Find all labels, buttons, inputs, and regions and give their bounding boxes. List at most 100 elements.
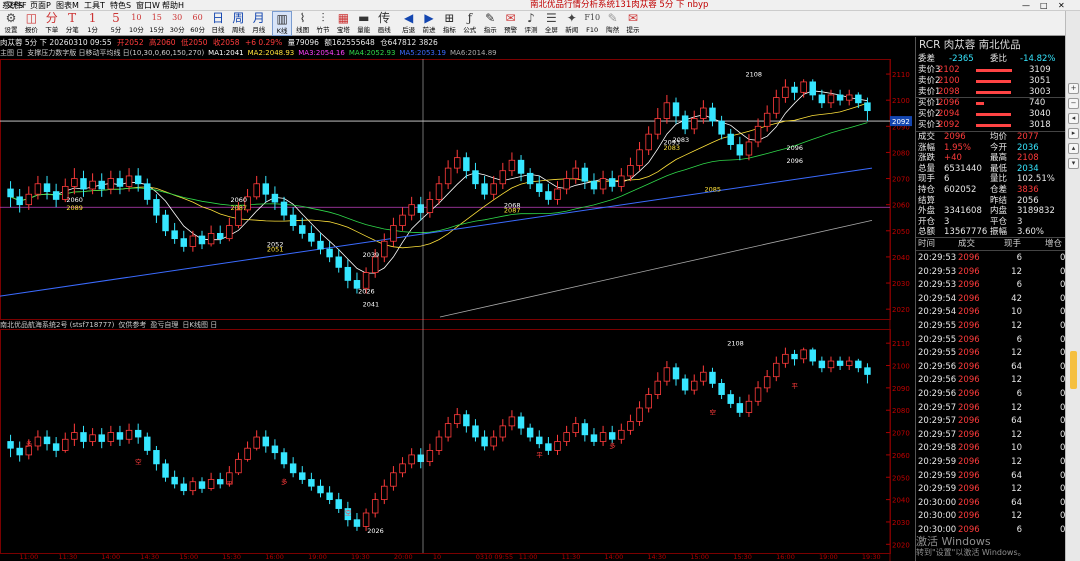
sub-candle-71[interactable]: [654, 380, 662, 395]
sub-candle-87[interactable]: [800, 349, 807, 360]
main-candle-37[interactable]: [344, 266, 352, 281]
sub-candle-67[interactable]: [618, 429, 625, 440]
side-zoom-in-button[interactable]: +: [1068, 83, 1079, 94]
sub-candle-6[interactable]: [62, 438, 69, 451]
trade-row-14[interactable]: 20:29:58 2096 10 0: [916, 443, 1066, 454]
sub-candle-79[interactable]: [727, 394, 734, 404]
trade-row-18[interactable]: 20:30:00 2096 64 0: [916, 498, 1066, 509]
sub-candle-3[interactable]: [34, 436, 42, 447]
toolbar-button-1[interactable]: ◫ 报价: [21, 11, 41, 36]
sub-candle-29[interactable]: [271, 445, 279, 454]
sub-candle-70[interactable]: [645, 394, 652, 409]
main-candle-82[interactable]: [754, 125, 762, 143]
sub-candle-81[interactable]: [745, 400, 753, 413]
main-candle-27[interactable]: [253, 183, 260, 198]
main-candle-40[interactable]: [371, 256, 379, 273]
main-candle-15[interactable]: [144, 183, 151, 200]
main-candle-11[interactable]: [107, 178, 115, 190]
main-candle-59[interactable]: [545, 191, 552, 200]
sub-candle-42[interactable]: [390, 472, 397, 487]
main-candle-71[interactable]: [654, 118, 662, 135]
sub-candle-89[interactable]: [818, 360, 826, 369]
main-candle-29[interactable]: [271, 193, 279, 203]
trade-row-17[interactable]: 20:29:59 2096 12 0: [916, 484, 1066, 495]
sub-candle-35[interactable]: [326, 492, 333, 501]
main-candle-55[interactable]: [508, 159, 516, 172]
sub-candle-84[interactable]: [773, 362, 780, 378]
sub-candle-66[interactable]: [608, 432, 616, 440]
main-candle-88[interactable]: [809, 81, 816, 96]
trade-row-12[interactable]: 20:29:57 2096 64 0: [916, 416, 1066, 427]
main-candle-18[interactable]: [171, 230, 178, 240]
sub-candle-92[interactable]: [845, 360, 853, 366]
main-candle-72[interactable]: [663, 102, 671, 119]
main-candle-20[interactable]: [189, 235, 197, 247]
main-candle-17[interactable]: [162, 214, 169, 232]
main-candle-22[interactable]: [207, 233, 215, 245]
sub-candle-14[interactable]: [134, 429, 142, 438]
main-candle-90[interactable]: [827, 94, 835, 104]
sub-candle-63[interactable]: [581, 423, 589, 436]
sub-candle-50[interactable]: [463, 414, 470, 427]
toolbar-button-17[interactable]: ▬ 量能: [354, 11, 374, 36]
sub-candle-1[interactable]: [16, 447, 23, 456]
trade-row-5[interactable]: 20:29:55 2096 12 0: [916, 321, 1066, 332]
main-candle-60[interactable]: [554, 188, 561, 200]
minimize-button[interactable]: —: [1022, 0, 1030, 11]
trade-row-2[interactable]: 20:29:53 2096 6 0: [916, 280, 1066, 291]
main-candle-48[interactable]: [444, 167, 452, 185]
sub-candle-22[interactable]: [207, 479, 215, 489]
main-candle-92[interactable]: [845, 94, 853, 101]
main-candle-93[interactable]: [855, 94, 862, 104]
main-candle-52[interactable]: [481, 183, 488, 195]
sub-candle-80[interactable]: [736, 403, 744, 413]
main-candle-10[interactable]: [98, 180, 105, 190]
main-candle-91[interactable]: [836, 94, 844, 101]
sub-candle-82[interactable]: [754, 387, 762, 402]
trade-row-7[interactable]: 20:29:55 2096 12 0: [916, 348, 1066, 359]
main-candle-35[interactable]: [326, 248, 333, 258]
sub-candle-91[interactable]: [836, 360, 844, 366]
main-candle-34[interactable]: [317, 240, 324, 250]
sub-candle-61[interactable]: [563, 432, 570, 442]
menu-help[interactable]: 帮助H: [162, 0, 184, 11]
trade-row-4[interactable]: 20:29:54 2096 10 0: [916, 307, 1066, 318]
sub-candle-13[interactable]: [125, 429, 133, 440]
main-candle-30[interactable]: [280, 201, 288, 216]
main-candle-74[interactable]: [681, 115, 689, 130]
sub-candle-75[interactable]: [691, 380, 698, 391]
toolbar-button-8[interactable]: 30 30分: [167, 11, 187, 36]
sub-candle-48[interactable]: [444, 423, 452, 438]
sub-candle-26[interactable]: [244, 447, 251, 460]
close-button[interactable]: ✕: [1058, 0, 1065, 11]
main-candle-23[interactable]: [216, 233, 224, 240]
main-candle-49[interactable]: [454, 157, 461, 169]
sub-candle-59[interactable]: [545, 443, 552, 451]
sub-candle-72[interactable]: [663, 367, 671, 382]
side-handle[interactable]: [1070, 351, 1077, 389]
main-candle-24[interactable]: [226, 225, 233, 240]
menu-feature[interactable]: 特色S: [110, 0, 131, 11]
side-down-button[interactable]: ▾: [1068, 158, 1079, 169]
sub-candle-58[interactable]: [536, 436, 543, 445]
sub-candle-94[interactable]: [864, 367, 871, 375]
sub-candle-0[interactable]: [7, 441, 14, 449]
toolbar-button-2[interactable]: 分下单: [42, 11, 62, 36]
toolbar-button-27[interactable]: ✦ 新闻: [562, 11, 582, 36]
sub-candle-88[interactable]: [809, 349, 816, 362]
main-candle-62[interactable]: [572, 167, 579, 179]
main-candle-86[interactable]: [791, 86, 798, 93]
main-candle-12[interactable]: [116, 178, 124, 187]
toolbar-button-0[interactable]: ⚙ 设置: [1, 11, 21, 36]
sub-candle-49[interactable]: [454, 414, 461, 425]
sub-candle-47[interactable]: [435, 436, 443, 451]
menu-page[interactable]: 页面P: [30, 0, 51, 11]
main-candle-5[interactable]: [52, 191, 60, 200]
sub-candle-64[interactable]: [590, 434, 598, 442]
sub-candle-32[interactable]: [299, 472, 306, 480]
trade-row-8[interactable]: 20:29:56 2096 64 0: [916, 362, 1066, 373]
main-candle-19[interactable]: [180, 238, 187, 247]
trade-row-3[interactable]: 20:29:54 2096 42 0: [916, 294, 1066, 305]
sub-candle-69[interactable]: [636, 407, 643, 422]
main-candle-25[interactable]: [235, 209, 242, 226]
